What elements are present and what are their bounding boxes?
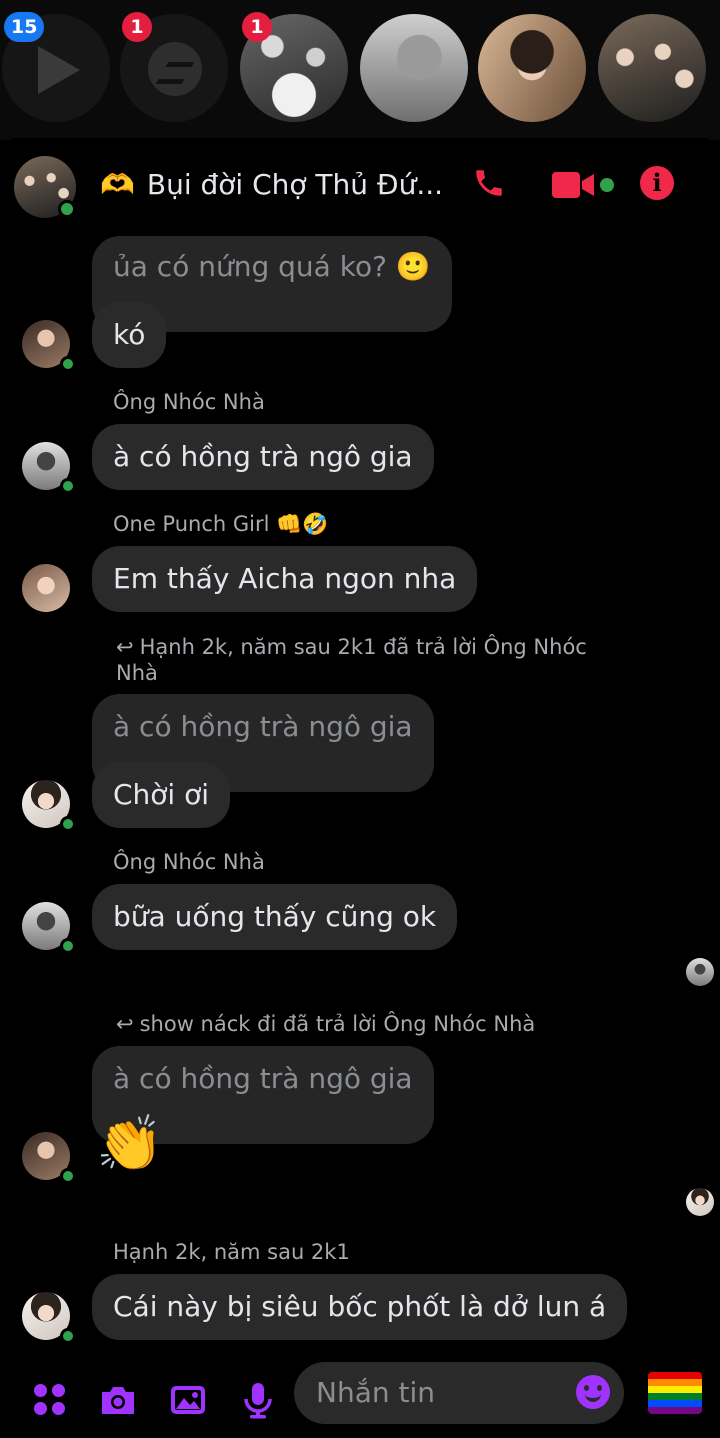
reply-note: ↩ show náck đi đã trả lời Ông Nhóc Nhà (116, 1012, 536, 1036)
sender-name: Ông Nhóc Nhà (113, 850, 265, 874)
reply-arrow-icon: ↩ (116, 635, 134, 659)
play-icon (38, 46, 80, 94)
sender-avatar[interactable] (22, 1132, 76, 1184)
message-bubble[interactable]: Em thấy Aicha ngon nha (92, 546, 478, 612)
sender-avatar[interactable] (22, 1292, 76, 1344)
contact-chat-head[interactable] (478, 14, 586, 122)
online-indicator (60, 478, 76, 494)
reply-arrow-icon: ↩ (116, 1012, 134, 1036)
chat-heads-bar: 15 1 1 (0, 0, 720, 140)
messenger-icon (148, 42, 202, 96)
message-composer: Nhắn tin (0, 1360, 720, 1438)
message-bubble[interactable]: Chời ơi (92, 762, 231, 828)
phone-call-icon[interactable] (472, 166, 506, 200)
read-receipt-avatar (686, 958, 714, 986)
online-indicator (60, 356, 76, 372)
gallery-icon[interactable] (168, 1380, 208, 1420)
conversation-panel: 🫶 Bụi đời Chợ Thủ Đứ... i ủa có nứng quá … (0, 138, 720, 1438)
video-call-icon[interactable] (552, 172, 596, 198)
message-bubble[interactable]: Cái này bị siêu bốc phốt là dở lun á (92, 1274, 628, 1340)
microphone-icon[interactable] (238, 1380, 278, 1420)
message-placeholder: Nhắn tin (316, 1376, 435, 1409)
message-bubble[interactable]: bữa uống thấy cũng ok (92, 884, 458, 950)
camera-icon[interactable] (98, 1380, 138, 1420)
online-indicator (60, 816, 76, 832)
unread-badge: 1 (122, 12, 152, 42)
message-input[interactable]: Nhắn tin (294, 1362, 624, 1424)
unread-badge: 15 (4, 12, 45, 42)
group-name: Bụi đời Chợ Thủ Đứ... (146, 168, 444, 201)
online-indicator (58, 200, 76, 218)
contact-chat-head[interactable] (360, 14, 468, 122)
active-indicator (600, 178, 614, 192)
contact-chat-head[interactable] (598, 14, 706, 122)
online-indicator (60, 938, 76, 954)
sender-name: One Punch Girl 👊🤣 (113, 512, 329, 536)
more-actions-icon[interactable] (30, 1380, 70, 1420)
sender-avatar[interactable] (22, 320, 76, 372)
rainbow-flag-icon[interactable] (648, 1372, 702, 1414)
message-bubble[interactable]: à có hồng trà ngô gia (92, 424, 434, 490)
group-avatar[interactable] (14, 156, 76, 218)
unread-badge: 1 (242, 12, 272, 42)
sender-name: Ông Nhóc Nhà (113, 390, 265, 414)
sender-avatar[interactable] (22, 442, 76, 494)
reply-note: ↩ Hạnh 2k, năm sau 2k1 đã trả lời Ông Nhó… (116, 635, 587, 685)
emoji-picker-icon[interactable] (576, 1375, 610, 1409)
sender-avatar[interactable] (22, 780, 76, 832)
message-bubble[interactable]: kó (92, 302, 167, 368)
group-emoji-icon: 🫶 (100, 168, 135, 201)
sender-name: Hạnh 2k, năm sau 2k1 (113, 1240, 350, 1264)
info-icon[interactable]: i (640, 166, 674, 200)
sender-avatar[interactable] (22, 902, 76, 954)
online-indicator (60, 1168, 76, 1184)
conversation-title[interactable]: 🫶 Bụi đời Chợ Thủ Đứ... (100, 168, 443, 201)
sender-avatar[interactable] (22, 564, 70, 612)
online-indicator (60, 1328, 76, 1344)
read-receipt-avatar (686, 1188, 714, 1216)
clapping-hands-emoji[interactable]: 👏 (96, 1114, 163, 1174)
conversation-header: 🫶 Bụi đời Chợ Thủ Đứ... i (0, 138, 720, 230)
